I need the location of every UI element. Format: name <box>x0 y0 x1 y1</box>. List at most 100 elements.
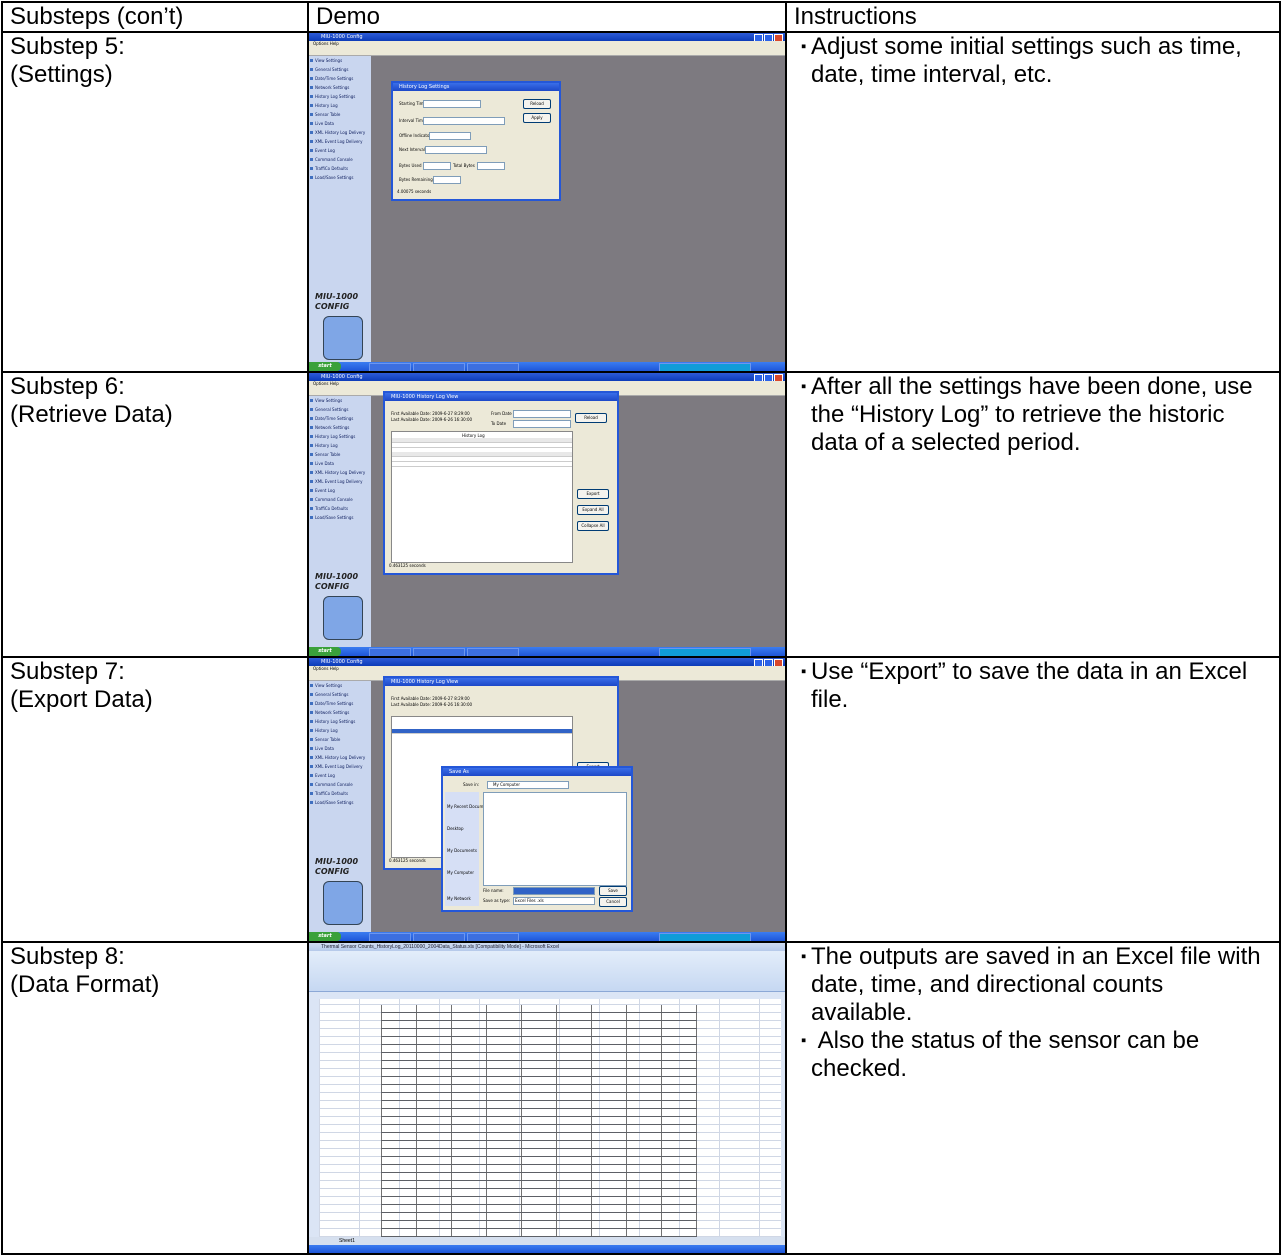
sidebar-item[interactable]: Network Settings <box>310 423 371 432</box>
place-documents[interactable]: My Documents <box>447 848 477 853</box>
sidebar-item[interactable]: Command Console <box>310 495 371 504</box>
sidebar-item[interactable]: Load/Save Settings <box>310 173 371 182</box>
interval-field[interactable] <box>423 117 505 125</box>
sidebar-item[interactable]: General Settings <box>310 405 371 414</box>
apply-button[interactable]: Apply <box>523 113 551 123</box>
sidebar-item[interactable]: Date/Time Settings <box>310 414 371 423</box>
sidebar-item[interactable]: View Settings <box>310 396 371 405</box>
sidebar: View Settings General Settings Date/Time… <box>310 396 371 647</box>
dialog-title: History Log Settings <box>393 83 559 91</box>
collapse-all-button[interactable]: Collapse All <box>577 521 609 531</box>
history-log-settings-dialog: History Log Settings Starting Time Inter… <box>391 81 561 201</box>
sidebar-item[interactable]: Event Log <box>310 146 371 155</box>
substep-cell: Substep 7: (Export Data) <box>1 656 309 943</box>
file-name-label: File name: <box>483 888 504 893</box>
sidebar-item[interactable]: View Settings <box>310 56 371 65</box>
bullet: ▪ <box>801 378 807 395</box>
sidebar-item[interactable]: Load/Save Settings <box>310 798 371 807</box>
demo-screenshot-retrieve: MIU-1000 Config Options Help View Settin… <box>307 371 787 658</box>
sidebar-item[interactable]: Command Console <box>310 155 371 164</box>
expand-all-button[interactable]: Expand All <box>577 505 609 515</box>
sidebar-item[interactable]: Load/Save Settings <box>310 513 371 522</box>
instructions-cell: ▪ After all the settings have been done, … <box>785 371 1281 658</box>
reload-button[interactable]: Reload <box>523 99 551 109</box>
export-button[interactable]: Export <box>577 489 609 499</box>
sidebar-item[interactable]: Sensor Table <box>310 735 371 744</box>
cancel-button[interactable]: Cancel <box>599 897 627 907</box>
save-type-label: Save as type: <box>483 898 511 903</box>
sidebar-item[interactable]: History Log Settings <box>310 717 371 726</box>
places-bar: My Recent Documents Desktop My Documents… <box>445 792 492 906</box>
place-desktop[interactable]: Desktop <box>447 826 464 831</box>
sidebar-item[interactable]: History Log Settings <box>310 432 371 441</box>
sheet-tab[interactable]: Sheet1 <box>310 1237 784 1245</box>
file-name-field[interactable] <box>513 887 595 895</box>
sidebar-item[interactable]: TraffiCo Defaults <box>310 789 371 798</box>
offline-select[interactable] <box>429 132 471 140</box>
sidebar-item[interactable]: XML Event Log Delivery <box>310 137 371 146</box>
bytes-remaining-label: Bytes Remaining <box>399 177 433 182</box>
excel-title: Thermal Sensor Counts_HistoryLog_2011000… <box>321 944 560 950</box>
sidebar-item[interactable]: History Log Settings <box>310 92 371 101</box>
sidebar-item[interactable]: Date/Time Settings <box>310 74 371 83</box>
app-logo: MIU-1000 CONFIG <box>315 572 359 591</box>
app-title: MIU-1000 Config <box>321 374 363 380</box>
sidebar-item[interactable]: Live Data <box>310 744 371 753</box>
sidebar-item[interactable]: History Log <box>310 101 371 110</box>
sidebar-item[interactable]: Event Log <box>310 486 371 495</box>
start-button[interactable]: start <box>310 362 341 370</box>
sidebar-item[interactable]: Sensor Table <box>310 110 371 119</box>
sidebar-item[interactable]: XML History Log Delivery <box>310 468 371 477</box>
next-interval-field <box>425 146 487 154</box>
sidebar-item[interactable]: TraffiCo Defaults <box>310 504 371 513</box>
starting-time-field[interactable] <box>423 100 481 108</box>
reload-button[interactable]: Reload <box>575 413 607 423</box>
from-date-label: From Date <box>491 411 512 416</box>
start-button[interactable]: start <box>310 932 341 940</box>
sidebar-item[interactable]: Live Data <box>310 459 371 468</box>
taskbar <box>310 1245 784 1252</box>
sidebar-item[interactable]: Network Settings <box>310 708 371 717</box>
sidebar-item[interactable]: Sensor Table <box>310 450 371 459</box>
save-in-label: Save in: <box>463 782 480 787</box>
total-bytes-label: Total Bytes <box>453 163 475 168</box>
sidebar-item[interactable]: XML Event Log Delivery <box>310 477 371 486</box>
window-title: MIU-1000 History Log View <box>385 678 617 686</box>
header-instructions: Instructions <box>785 1 1281 33</box>
substep-number: Substep 7: <box>10 658 125 685</box>
sidebar-item[interactable]: Network Settings <box>310 83 371 92</box>
sidebar-item[interactable]: Date/Time Settings <box>310 699 371 708</box>
sidebar-item[interactable]: Event Log <box>310 771 371 780</box>
instructions-cell: ▪ Adjust some initial settings such as ti… <box>785 31 1281 373</box>
place-network[interactable]: My Network <box>447 896 471 901</box>
sidebar-item[interactable]: Live Data <box>310 119 371 128</box>
from-date-field[interactable] <box>513 410 571 418</box>
total-bytes-field <box>477 162 505 170</box>
sidebar-item[interactable]: XML Event Log Delivery <box>310 762 371 771</box>
sidebar-item[interactable]: General Settings <box>310 65 371 74</box>
row-substep-5: Substep 5: (Settings) MIU-1000 Config Op… <box>1 31 1281 373</box>
sidebar-item[interactable]: History Log <box>310 441 371 450</box>
taskbar: start <box>310 647 784 655</box>
sidebar-item[interactable]: XML History Log Delivery <box>310 128 371 137</box>
sidebar-item[interactable]: TraffiCo Defaults <box>310 164 371 173</box>
first-available-date: First Available Date: 2009-6-27 8:29:00 <box>391 696 470 701</box>
save-button[interactable]: Save <box>599 886 627 896</box>
bullet: ▪ <box>801 948 807 965</box>
sidebar-item[interactable]: View Settings <box>310 681 371 690</box>
sidebar-item[interactable]: XML History Log Delivery <box>310 753 371 762</box>
bytes-used-field <box>423 162 451 170</box>
sidebar-item[interactable]: Command Console <box>310 780 371 789</box>
to-date-field[interactable] <box>513 420 571 428</box>
place-computer[interactable]: My Computer <box>447 870 474 875</box>
file-list[interactable] <box>483 792 627 886</box>
bullet: ▪ <box>801 663 807 680</box>
start-button[interactable]: start <box>310 647 341 655</box>
history-log-grid[interactable]: History Log <box>391 431 573 563</box>
row-substep-8: Substep 8: (Data Format) Thermal Sensor … <box>1 941 1281 1255</box>
sidebar-item[interactable]: General Settings <box>310 690 371 699</box>
demo-screenshot-export: MIU-1000 Config Options Help View Settin… <box>307 656 787 943</box>
history-log-view-window: MIU-1000 History Log View First Availabl… <box>383 391 619 575</box>
taskbar: start <box>310 932 784 940</box>
sidebar-item[interactable]: History Log <box>310 726 371 735</box>
